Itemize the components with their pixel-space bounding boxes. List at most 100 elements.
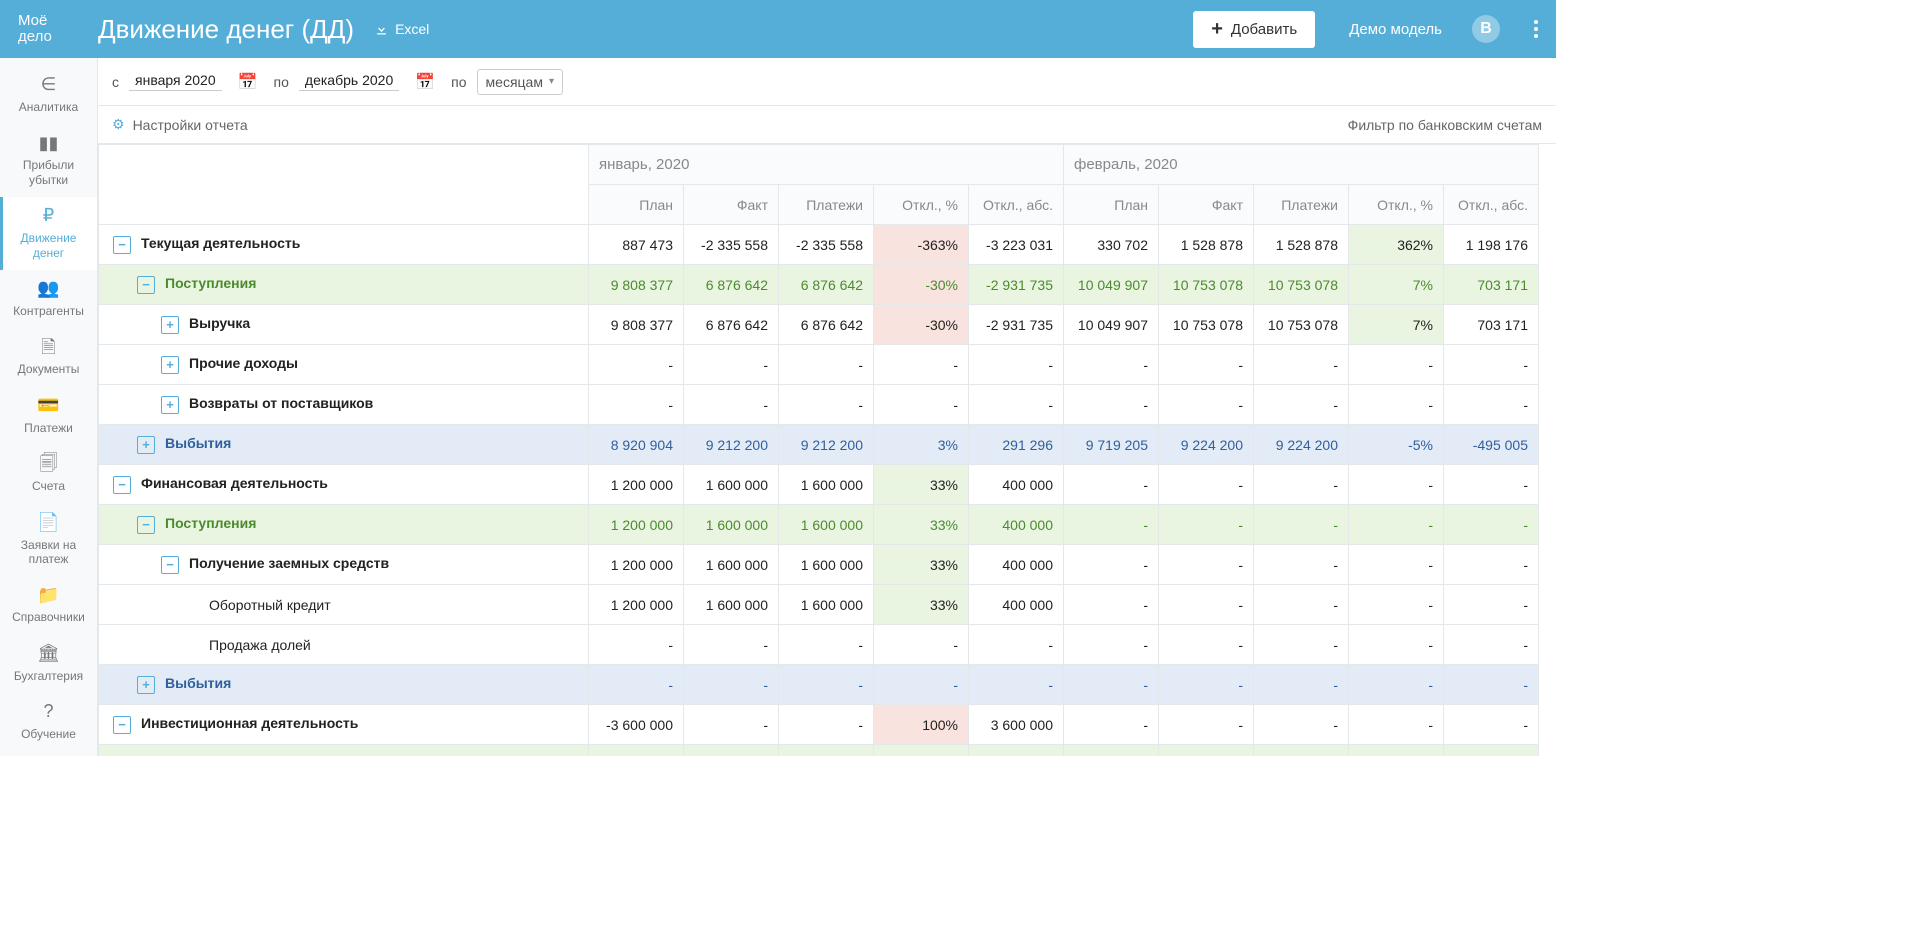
- row-name-cell[interactable]: −Поступления: [99, 265, 589, 305]
- collapse-icon[interactable]: −: [137, 276, 155, 294]
- logo-line1: Моё: [18, 13, 78, 30]
- sidebar-item-9[interactable]: 🏛Бухгалтерия: [0, 635, 97, 693]
- pct-cell: -: [1349, 705, 1444, 745]
- row-name-cell[interactable]: −Текущая деятельность: [99, 225, 589, 265]
- table-row: +Выбытия8 920 9049 212 2009 212 2003%291…: [99, 425, 1539, 465]
- row-name-cell[interactable]: +Выбытия: [99, 425, 589, 465]
- sidebar-item-4[interactable]: 🗎Документы: [0, 328, 97, 386]
- fact-cell: -: [1159, 745, 1254, 757]
- table-scroll[interactable]: январь, 2020февраль, 2020ПланФактПлатежи…: [98, 144, 1556, 756]
- pay-cell: -: [1254, 625, 1349, 665]
- row-name-cell[interactable]: −Финансовая деятельность: [99, 465, 589, 505]
- sidebar-item-5[interactable]: 💳Платежи: [0, 387, 97, 445]
- fact-cell: 1 600 000: [684, 545, 779, 585]
- from-date[interactable]: января 2020: [129, 72, 222, 91]
- table-row: −Текущая деятельность887 473-2 335 558-2…: [99, 225, 1539, 265]
- table-row: −Инвестиционная деятельность-3 600 000--…: [99, 705, 1539, 745]
- by-label: по: [451, 74, 466, 90]
- expand-icon[interactable]: +: [137, 676, 155, 694]
- pay-cell: -: [779, 345, 874, 385]
- pct-cell: -: [874, 385, 969, 425]
- abs-cell: -3 223 031: [969, 225, 1064, 265]
- row-name-cell[interactable]: Продажа долей: [99, 625, 589, 665]
- pct-cell: -: [1349, 745, 1444, 757]
- pct-cell: -: [1349, 345, 1444, 385]
- fact-cell: -: [1159, 505, 1254, 545]
- sidebar-item-3[interactable]: 👥Контрагенты: [0, 270, 97, 328]
- month-header: февраль, 2020: [1064, 145, 1539, 185]
- calendar-icon[interactable]: 📅: [415, 72, 435, 92]
- sidebar-item-10[interactable]: ?Обучение: [0, 693, 97, 751]
- sidebar-item-1[interactable]: ▮▮Прибыли убытки: [0, 124, 97, 197]
- fact-cell: -2 335 558: [684, 225, 779, 265]
- pay-cell: -2 335 558: [779, 225, 874, 265]
- row-name-cell[interactable]: +Выбытия: [99, 665, 589, 705]
- fact-cell: -: [684, 745, 779, 757]
- avatar[interactable]: В: [1472, 15, 1500, 43]
- row-name-cell[interactable]: −Получение заемных средств: [99, 545, 589, 585]
- plan-cell: 887 473: [589, 225, 684, 265]
- abs-cell: -: [969, 345, 1064, 385]
- row-name-cell[interactable]: −Инвестиционная деятельность: [99, 705, 589, 745]
- nav-label: Контрагенты: [13, 304, 84, 318]
- row-name-cell[interactable]: −Поступления: [99, 505, 589, 545]
- sidebar-item-2[interactable]: ₽Движение денег: [0, 197, 97, 270]
- fact-cell: -: [1159, 665, 1254, 705]
- add-button[interactable]: + Добавить: [1193, 11, 1315, 48]
- row-name-cell[interactable]: +Выручка: [99, 305, 589, 345]
- download-icon: [374, 22, 389, 37]
- plan-cell: 1 200 000: [589, 545, 684, 585]
- calendar-icon[interactable]: 📅: [238, 72, 258, 92]
- nav-icon: 🗐: [38, 453, 60, 475]
- expand-icon[interactable]: +: [161, 316, 179, 334]
- pay-cell: 9 224 200: [1254, 425, 1349, 465]
- abs-cell: -2 931 735: [969, 265, 1064, 305]
- plan-cell: 10 049 907: [1064, 305, 1159, 345]
- row-name-cell[interactable]: +Прочие доходы: [99, 345, 589, 385]
- sidebar-item-7[interactable]: 📄Заявки на платеж: [0, 504, 97, 577]
- pct-cell: 7%: [1349, 265, 1444, 305]
- table-row: +Прочие доходы----------: [99, 345, 1539, 385]
- period-value: месяцам: [486, 74, 543, 90]
- sidebar-item-6[interactable]: 🗐Счета: [0, 445, 97, 503]
- nav-label: Заявки на платеж: [4, 538, 93, 567]
- plan-cell: 9 719 205: [1064, 425, 1159, 465]
- plus-icon: +: [1211, 21, 1223, 37]
- kebab-menu-icon[interactable]: [1534, 20, 1538, 38]
- collapse-icon[interactable]: −: [113, 476, 131, 494]
- pct-cell: 33%: [874, 585, 969, 625]
- gear-icon[interactable]: ⚙: [112, 116, 125, 133]
- pay-cell: -: [779, 745, 874, 757]
- sidebar-item-0[interactable]: ∈Аналитика: [0, 66, 97, 124]
- expand-icon[interactable]: +: [137, 436, 155, 454]
- expand-icon[interactable]: +: [161, 396, 179, 414]
- bank-filter-link[interactable]: Фильтр по банковским счетам: [1348, 117, 1542, 133]
- row-name-cell[interactable]: Оборотный кредит: [99, 585, 589, 625]
- fact-cell: 9 224 200: [1159, 425, 1254, 465]
- period-dropdown[interactable]: месяцам ▾: [477, 69, 563, 95]
- row-name-cell[interactable]: +Поступления: [99, 745, 589, 757]
- report-settings-link[interactable]: Настройки отчета: [133, 117, 248, 133]
- collapse-icon[interactable]: −: [161, 556, 179, 574]
- collapse-icon[interactable]: −: [113, 716, 131, 734]
- plan-cell: 9 808 377: [589, 265, 684, 305]
- fact-cell: 1 600 000: [684, 465, 779, 505]
- plan-cell: -: [589, 745, 684, 757]
- user-name[interactable]: Демо модель: [1349, 21, 1442, 38]
- sidebar: ∈Аналитика▮▮Прибыли убытки₽Движение дене…: [0, 58, 98, 756]
- to-date[interactable]: декабрь 2020: [299, 72, 399, 91]
- export-excel-button[interactable]: Excel: [374, 21, 429, 37]
- plan-cell: -: [1064, 585, 1159, 625]
- page-title: Движение денег (ДД): [98, 14, 354, 45]
- row-name-cell[interactable]: +Возвраты от поставщиков: [99, 385, 589, 425]
- expand-icon[interactable]: +: [161, 356, 179, 374]
- sidebar-item-8[interactable]: 📁Справочники: [0, 576, 97, 634]
- abs-cell: -2 931 735: [969, 305, 1064, 345]
- pct-cell: -: [1349, 385, 1444, 425]
- collapse-icon[interactable]: −: [137, 516, 155, 534]
- logo[interactable]: Моё дело: [18, 13, 78, 46]
- fact-cell: 10 753 078: [1159, 265, 1254, 305]
- fact-cell: 1 528 878: [1159, 225, 1254, 265]
- collapse-icon[interactable]: −: [113, 236, 131, 254]
- plan-cell: -: [1064, 385, 1159, 425]
